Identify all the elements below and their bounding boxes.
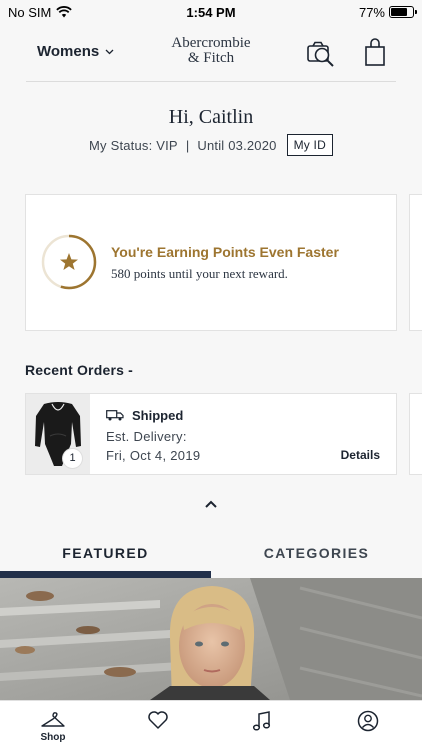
star-icon <box>60 253 78 270</box>
delivery-date: Fri, Oct 4, 2019 <box>106 448 201 463</box>
hanger-icon <box>41 712 65 727</box>
nav-shop-label: Shop <box>40 732 66 743</box>
hero-photo <box>0 578 422 700</box>
status-left: No SIM <box>8 4 73 20</box>
featured-hero-image[interactable] <box>0 578 422 700</box>
tab-categories[interactable]: CATEGORIES <box>211 535 422 579</box>
quantity-badge: 1 <box>63 449 82 468</box>
my-id-button[interactable]: My ID <box>286 134 333 156</box>
shipping-status-label: Shipped <box>132 408 184 423</box>
gender-label: Womens <box>37 43 100 60</box>
profile-icon <box>357 710 379 732</box>
app-header: Womens Abercrombie & Fitch <box>0 24 422 82</box>
nav-music[interactable] <box>232 701 292 750</box>
chevron-down-icon <box>105 49 114 54</box>
camera-search-icon[interactable] <box>306 38 338 68</box>
status-until: Until 03.2020 <box>197 137 277 153</box>
order-card-next-peek[interactable] <box>409 393 422 475</box>
nav-profile[interactable] <box>338 701 398 750</box>
membership-status: My Status: VIP | Until 03.2020 My ID <box>0 134 422 156</box>
battery-percent: 77% <box>358 4 385 20</box>
rewards-progress-ring <box>41 234 97 290</box>
rewards-card-next-peek[interactable] <box>409 194 422 331</box>
rewards-title: You're Earning Points Even Faster <box>111 244 339 260</box>
content-tabs: FEATURED CATEGORIES <box>0 535 422 579</box>
music-note-icon <box>252 711 271 731</box>
shopping-bag-icon[interactable] <box>364 38 386 68</box>
clock: 1:54 PM <box>186 4 236 20</box>
order-product-image: 1 <box>26 394 90 474</box>
truck-icon <box>106 410 124 421</box>
delivery-label: Est. Delivery: <box>106 429 187 444</box>
nav-favorites[interactable] <box>128 701 188 750</box>
nav-shop[interactable]: Shop <box>23 701 83 750</box>
status-text: My Status: VIP <box>89 137 178 153</box>
battery-fill <box>391 8 408 16</box>
carrier-label: No SIM <box>8 4 52 20</box>
heart-icon <box>148 711 168 729</box>
status-right: 77% <box>358 4 417 20</box>
active-tab-indicator <box>0 571 211 578</box>
order-card[interactable]: 1 Shipped Est. Delivery: Fri, Oct 4, 201… <box>25 393 397 475</box>
logo-line-2: & Fitch <box>187 50 235 66</box>
chevron-up-icon[interactable] <box>203 498 219 510</box>
battery-icon <box>389 6 417 18</box>
greeting: Hi, Caitlin <box>168 106 254 128</box>
shipping-status: Shipped <box>106 408 183 423</box>
logo-line-1: Abercrombie <box>171 35 251 51</box>
wifi-icon <box>56 6 73 18</box>
rewards-subtitle: 580 points until your next reward. <box>111 266 288 281</box>
status-bar: No SIM 1:54 PM 77% <box>0 0 422 24</box>
gender-selector[interactable]: Womens <box>37 43 114 60</box>
header-divider <box>26 81 396 82</box>
order-details-link[interactable]: Details <box>341 448 380 462</box>
rewards-card[interactable]: You're Earning Points Even Faster 580 po… <box>25 194 397 331</box>
bottom-tab-bar: Shop <box>0 700 422 750</box>
recent-orders-title[interactable]: Recent Orders - <box>25 362 133 378</box>
status-separator: | <box>185 137 190 153</box>
brand-logo[interactable]: Abercrombie & Fitch <box>150 36 272 66</box>
